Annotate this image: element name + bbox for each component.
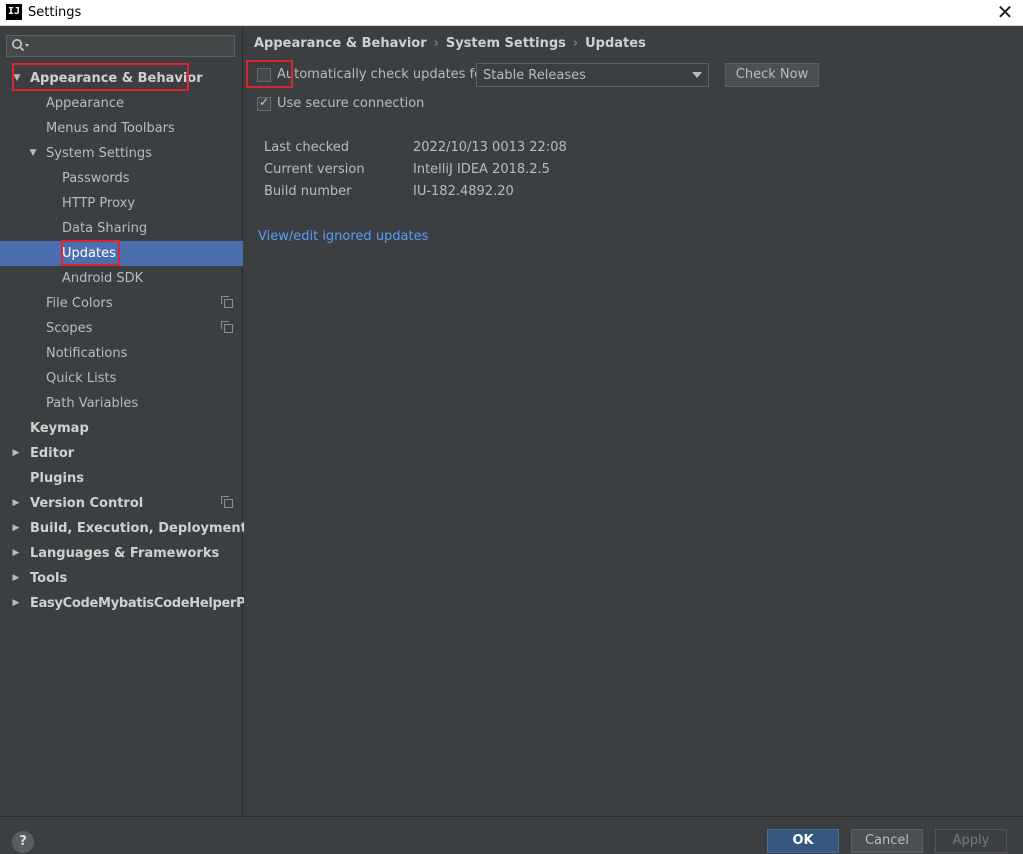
sidebar-item-label: HTTP Proxy <box>62 196 136 211</box>
project-level-icon <box>221 296 233 308</box>
project-level-icon <box>221 496 233 508</box>
sidebar-item-label: Tools <box>30 571 68 586</box>
ok-button[interactable]: OK <box>767 829 839 853</box>
intellij-app-icon: IJ <box>6 4 22 20</box>
auto-check-updates-label: Automatically check updates for <box>277 67 488 82</box>
sidebar-item-label: Version Control <box>30 496 144 511</box>
sidebar-item-label: Scopes <box>46 321 93 336</box>
last-checked-value: 2022/10/13 0013 22:08 <box>413 140 567 155</box>
help-icon[interactable]: ? <box>12 831 34 853</box>
breadcrumb-item: System Settings <box>445 36 566 51</box>
sidebar-item-http-proxy[interactable]: HTTP Proxy <box>0 191 243 216</box>
update-channel-value: Stable Releases <box>483 68 586 83</box>
sidebar-item-path-variables[interactable]: Path Variables <box>0 391 243 416</box>
sidebar-item-appearance[interactable]: Appearance <box>0 91 243 116</box>
current-version-value: IntelliJ IDEA 2018.2.5 <box>413 162 550 177</box>
highlight-box-updates <box>61 240 120 266</box>
current-version-label: Current version <box>264 162 365 177</box>
sidebar-item-easycode-plugin[interactable]: ▶ EasyCodeMybatisCodeHelperPro <box>0 591 261 616</box>
sidebar-item-label: Build, Execution, Deployment <box>30 521 247 536</box>
sidebar-item-tools[interactable]: ▶ Tools <box>0 566 243 591</box>
search-icon <box>11 38 31 54</box>
sidebar-item-label: Appearance <box>46 96 125 111</box>
sidebar-item-system-settings[interactable]: ▼ System Settings <box>0 141 243 166</box>
chevron-right-icon: ▶ <box>12 573 20 583</box>
secure-connection-label: Use secure connection <box>277 96 425 111</box>
title-bar: IJ Settings ✕ <box>0 0 1023 26</box>
breadcrumb-item: Updates <box>585 36 646 51</box>
sidebar-item-label: Plugins <box>30 471 84 486</box>
sidebar-item-data-sharing[interactable]: Data Sharing <box>0 216 243 241</box>
chevron-right-icon: ▶ <box>12 448 20 458</box>
secure-connection-checkbox[interactable] <box>257 95 271 111</box>
sidebar-item-editor[interactable]: ▶ Editor <box>0 441 243 466</box>
sidebar-item-label: Languages & Frameworks <box>30 546 220 561</box>
breadcrumb-item: Appearance & Behavior <box>254 36 427 51</box>
chevron-right-icon: ▶ <box>12 523 20 533</box>
sidebar-item-label: Passwords <box>62 171 130 186</box>
sidebar-item-android-sdk[interactable]: Android SDK <box>0 266 243 291</box>
sidebar-item-plugins[interactable]: Plugins <box>0 466 243 491</box>
cancel-button[interactable]: Cancel <box>851 829 923 853</box>
apply-button[interactable]: Apply <box>935 829 1007 853</box>
sidebar-item-label: Keymap <box>30 421 89 436</box>
chevron-right-icon: ▶ <box>12 598 20 608</box>
build-number-value: IU-182.4892.20 <box>413 184 514 199</box>
breadcrumb-separator: › <box>433 36 439 51</box>
sidebar-item-label: Editor <box>30 446 75 461</box>
sidebar-item-notifications[interactable]: Notifications <box>0 341 243 366</box>
chevron-down-icon <box>692 72 702 78</box>
sidebar-item-languages-frameworks[interactable]: ▶ Languages & Frameworks <box>0 541 243 566</box>
settings-sidebar: ▼ Appearance & Behavior Appearance Menus… <box>0 27 261 816</box>
sidebar-item-keymap[interactable]: Keymap <box>0 416 243 441</box>
breadcrumb: Appearance & Behavior › System Settings › Up… <box>254 36 646 51</box>
update-channel-select[interactable]: Stable Releases <box>476 63 709 87</box>
sidebar-item-label: Path Variables <box>46 396 139 411</box>
chevron-right-icon: ▶ <box>12 548 20 558</box>
sidebar-item-label: System Settings <box>46 146 152 161</box>
last-checked-label: Last checked <box>264 140 350 155</box>
sidebar-item-label: Notifications <box>46 346 128 361</box>
dialog-footer: ? OK Cancel Apply <box>0 816 1023 854</box>
sidebar-item-file-colors[interactable]: File Colors <box>0 291 243 316</box>
window-title: Settings <box>28 5 82 20</box>
view-ignored-updates-link[interactable]: View/edit ignored updates <box>258 229 428 244</box>
sidebar-item-label: Quick Lists <box>46 371 117 386</box>
sidebar-item-menus-toolbars[interactable]: Menus and Toolbars <box>0 116 243 141</box>
sidebar-item-scopes[interactable]: Scopes <box>0 316 243 341</box>
sidebar-item-quick-lists[interactable]: Quick Lists <box>0 366 243 391</box>
sidebar-item-label: File Colors <box>46 296 113 311</box>
build-number-label: Build number <box>264 184 352 199</box>
search-input[interactable] <box>6 35 235 57</box>
sidebar-item-version-control[interactable]: ▶ Version Control <box>0 491 243 516</box>
chevron-down-icon: ▼ <box>29 148 37 158</box>
sidebar-item-updates[interactable]: Updates <box>0 241 243 266</box>
project-level-icon <box>221 321 233 333</box>
sidebar-item-label: Android SDK <box>62 271 144 286</box>
sidebar-item-passwords[interactable]: Passwords <box>0 166 243 191</box>
close-icon[interactable]: ✕ <box>993 0 1017 24</box>
chevron-right-icon: ▶ <box>12 498 20 508</box>
sidebar-item-build-execution-deployment[interactable]: ▶ Build, Execution, Deployment <box>0 516 247 541</box>
highlight-box-appearance-behavior <box>12 63 189 91</box>
sidebar-item-label: EasyCodeMybatisCodeHelperPro <box>30 596 261 611</box>
sidebar-item-label: Menus and Toolbars <box>46 121 175 136</box>
highlight-box-auto-check <box>246 60 293 88</box>
sidebar-item-label: Data Sharing <box>62 221 148 236</box>
updates-settings-panel: Appearance & Behavior › System Settings › Up… <box>244 27 1023 816</box>
check-now-button[interactable]: Check Now <box>725 63 819 87</box>
breadcrumb-separator: › <box>572 36 579 51</box>
